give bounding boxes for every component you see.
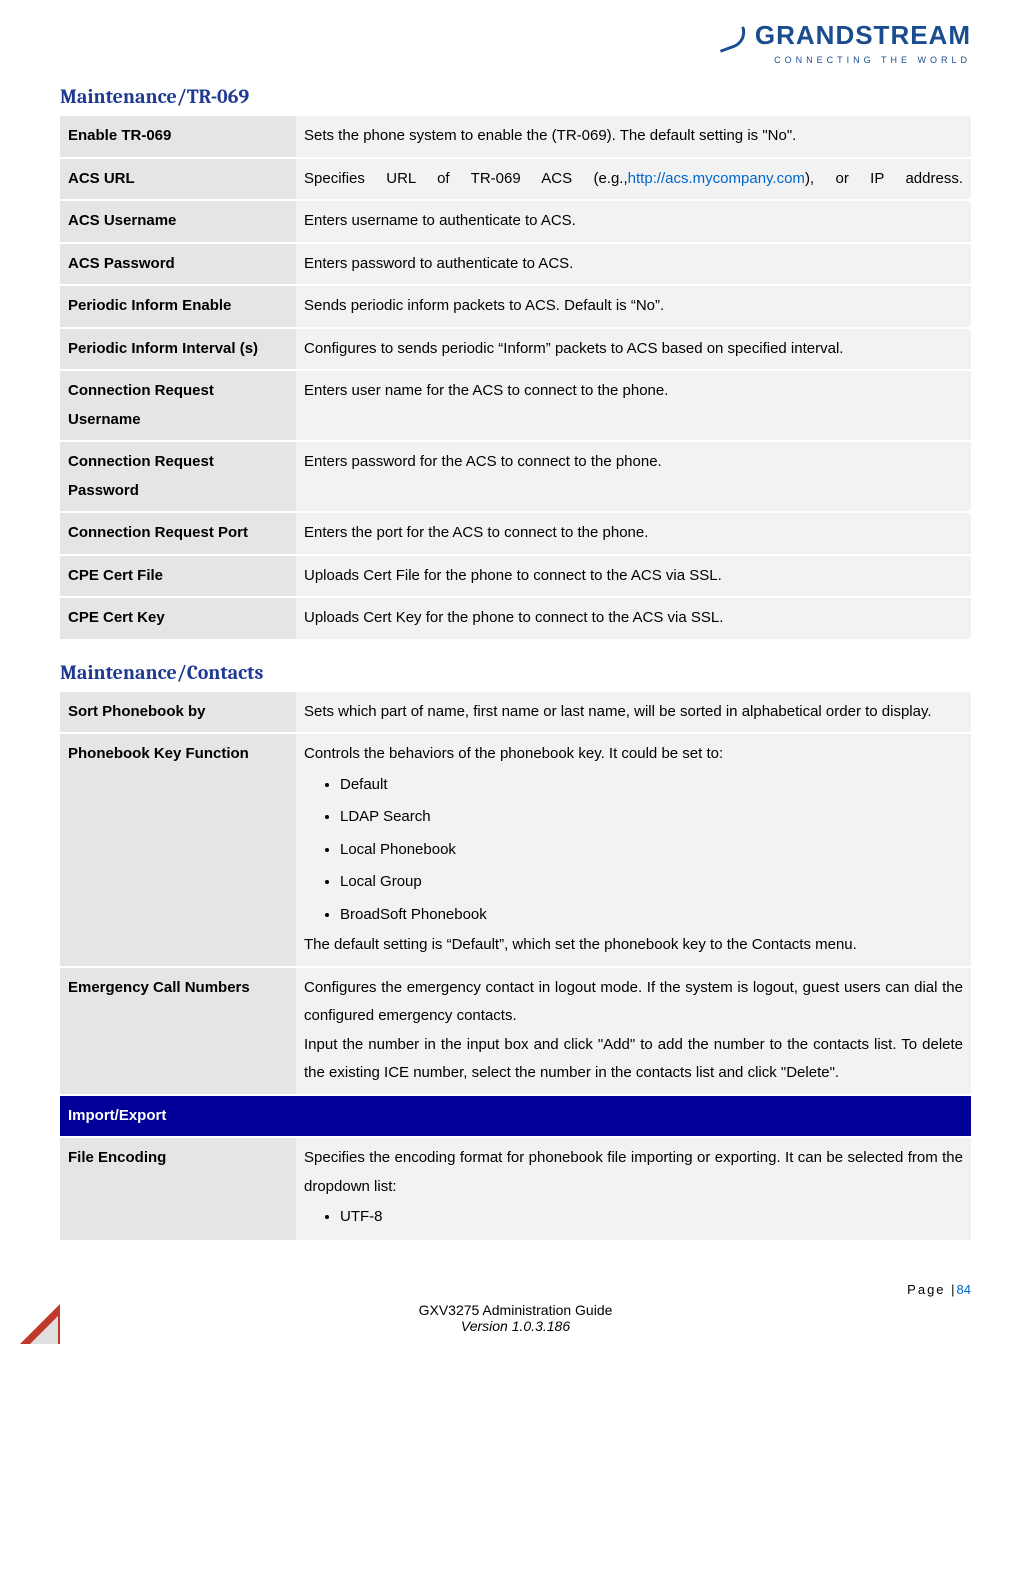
setting-desc: Enters the port for the ACS to connect t… <box>296 512 971 555</box>
table-row: CPE Cert File Uploads Cert File for the … <box>60 555 971 598</box>
setting-desc: Controls the behaviors of the phonebook … <box>296 733 971 967</box>
table-row: Connection Request Username Enters user … <box>60 370 971 441</box>
setting-desc: Specifies the encoding format for phoneb… <box>296 1137 971 1241</box>
brand-name: GRANDSTREAM <box>755 20 971 50</box>
table-row: Connection Request Port Enters the port … <box>60 512 971 555</box>
setting-desc: Uploads Cert Key for the phone to connec… <box>296 597 971 640</box>
list-item: Default <box>340 769 963 802</box>
setting-label: Connection Request Password <box>60 441 296 512</box>
import-export-header: Import/Export <box>60 1095 971 1138</box>
contacts-table: Sort Phonebook by Sets which part of nam… <box>60 692 971 1242</box>
setting-label: Emergency Call Numbers <box>60 967 296 1095</box>
table-row: ACS URL Specifies URL of TR-069 ACS (e.g… <box>60 158 971 201</box>
table-row: CPE Cert Key Uploads Cert Key for the ph… <box>60 597 971 640</box>
list-item: UTF-8 <box>340 1201 963 1234</box>
table-row: ACS Username Enters username to authenti… <box>60 200 971 243</box>
setting-label: ACS Password <box>60 243 296 286</box>
table-row: Periodic Inform Enable Sends periodic in… <box>60 285 971 328</box>
section-title-contacts: Maintenance/Contacts <box>60 661 971 684</box>
table-row: Periodic Inform Interval (s) Configures … <box>60 328 971 371</box>
setting-label: Periodic Inform Enable <box>60 285 296 328</box>
setting-label: ACS Username <box>60 200 296 243</box>
setting-desc: Sets which part of name, first name or l… <box>296 692 971 734</box>
grandstream-swoosh-icon <box>717 25 747 55</box>
setting-label: File Encoding <box>60 1137 296 1241</box>
setting-desc: Enters password for the ACS to connect t… <box>296 441 971 512</box>
setting-label: ACS URL <box>60 158 296 201</box>
setting-desc: Sets the phone system to enable the (TR-… <box>296 116 971 158</box>
setting-label: Connection Request Port <box>60 512 296 555</box>
table-row: File Encoding Specifies the encoding for… <box>60 1137 971 1241</box>
setting-label: CPE Cert Key <box>60 597 296 640</box>
setting-label: Periodic Inform Interval (s) <box>60 328 296 371</box>
setting-desc: Configures the emergency contact in logo… <box>296 967 971 1095</box>
table-row: Emergency Call Numbers Configures the em… <box>60 967 971 1095</box>
page-footer: Page |84 GXV3275 Administration Guide Ve… <box>60 1302 971 1334</box>
setting-label: Phonebook Key Function <box>60 733 296 967</box>
table-row: Connection Request Password Enters passw… <box>60 441 971 512</box>
setting-label: Sort Phonebook by <box>60 692 296 734</box>
page-number: Page |84 <box>907 1282 971 1297</box>
table-row: Enable TR-069 Sets the phone system to e… <box>60 116 971 158</box>
setting-desc: Uploads Cert File for the phone to conne… <box>296 555 971 598</box>
setting-desc: Configures to sends periodic “Inform” pa… <box>296 328 971 371</box>
list-item: LDAP Search <box>340 801 963 834</box>
table-row: Sort Phonebook by Sets which part of nam… <box>60 692 971 734</box>
setting-desc: Enters password to authenticate to ACS. <box>296 243 971 286</box>
setting-label: Enable TR-069 <box>60 116 296 158</box>
setting-desc: Sends periodic inform packets to ACS. De… <box>296 285 971 328</box>
table-row: Phonebook Key Function Controls the beha… <box>60 733 971 967</box>
brand-tagline: CONNECTING THE WORLD <box>60 55 971 65</box>
footer-guide-title: GXV3275 Administration Guide <box>60 1302 971 1318</box>
section-title-tr069: Maintenance/TR-069 <box>60 85 971 108</box>
setting-desc: Specifies URL of TR-069 ACS (e.g.,http:/… <box>296 158 971 201</box>
file-encoding-options: UTF-8 <box>304 1201 963 1234</box>
header-logo: GRANDSTREAM CONNECTING THE WORLD <box>60 20 971 65</box>
setting-desc: Enters username to authenticate to ACS. <box>296 200 971 243</box>
phonebook-key-options: Default LDAP Search Local Phonebook Loca… <box>304 769 963 932</box>
table-section-header: Import/Export <box>60 1095 971 1138</box>
setting-label: Connection Request Username <box>60 370 296 441</box>
list-item: Local Group <box>340 866 963 899</box>
list-item: BroadSoft Phonebook <box>340 899 963 932</box>
setting-desc: Enters user name for the ACS to connect … <box>296 370 971 441</box>
tr069-table: Enable TR-069 Sets the phone system to e… <box>60 116 971 641</box>
footer-version: Version 1.0.3.186 <box>60 1318 971 1334</box>
list-item: Local Phonebook <box>340 834 963 867</box>
table-row: ACS Password Enters password to authenti… <box>60 243 971 286</box>
setting-label: CPE Cert File <box>60 555 296 598</box>
acs-url-link[interactable]: http://acs.mycompany.com <box>628 170 805 187</box>
